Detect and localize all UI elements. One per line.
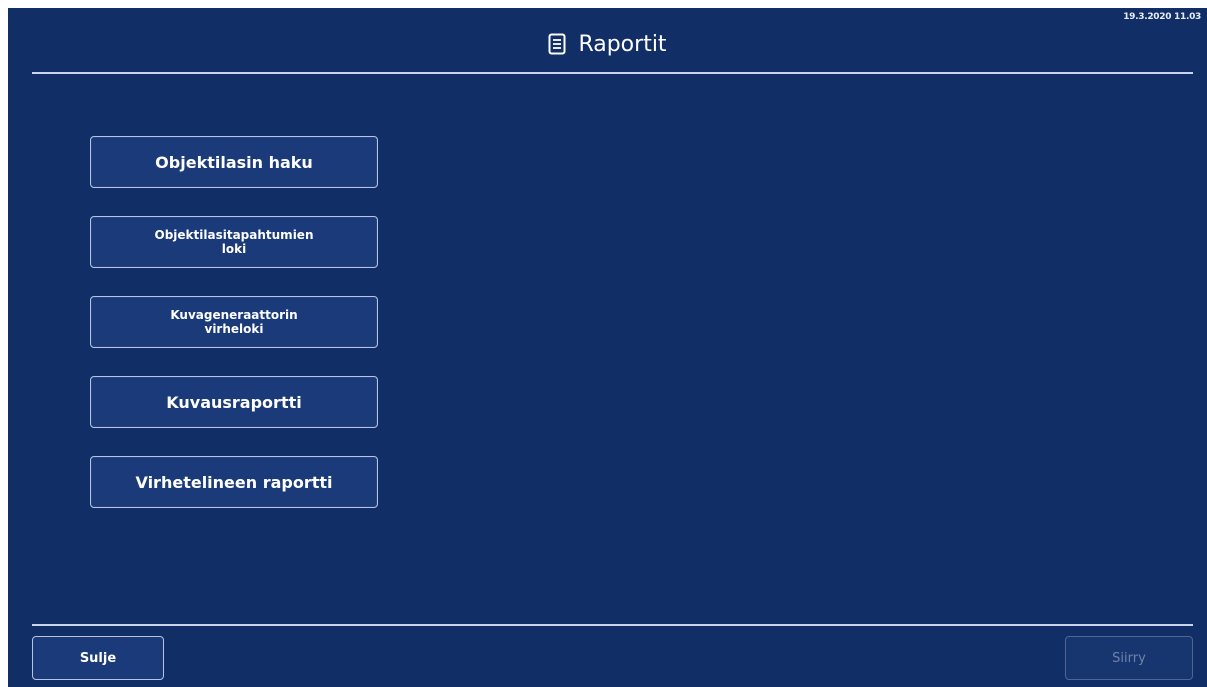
object-glass-search-button[interactable]: Objektilasin haku <box>90 136 378 188</box>
page-title: Raportit <box>578 31 667 57</box>
object-glass-event-log-button[interactable]: Objektilasitapahtumien loki <box>90 216 378 268</box>
document-list-icon <box>548 33 566 55</box>
error-rack-report-button[interactable]: Virhetelineen raportti <box>90 456 378 508</box>
footer-divider <box>32 624 1193 626</box>
close-button[interactable]: Sulje <box>32 636 164 680</box>
go-button[interactable]: Siirry <box>1065 636 1193 680</box>
header: Raportit <box>8 24 1207 64</box>
header-divider <box>32 72 1193 74</box>
image-generator-error-log-button[interactable]: Kuvageneraattorin virheloki <box>90 296 378 348</box>
timestamp: 19.3.2020 11.03 <box>1123 12 1201 22</box>
reports-screen: 19.3.2020 11.03 Raportit Objektilasin ha… <box>8 8 1207 687</box>
imaging-report-button[interactable]: Kuvausraportti <box>90 376 378 428</box>
